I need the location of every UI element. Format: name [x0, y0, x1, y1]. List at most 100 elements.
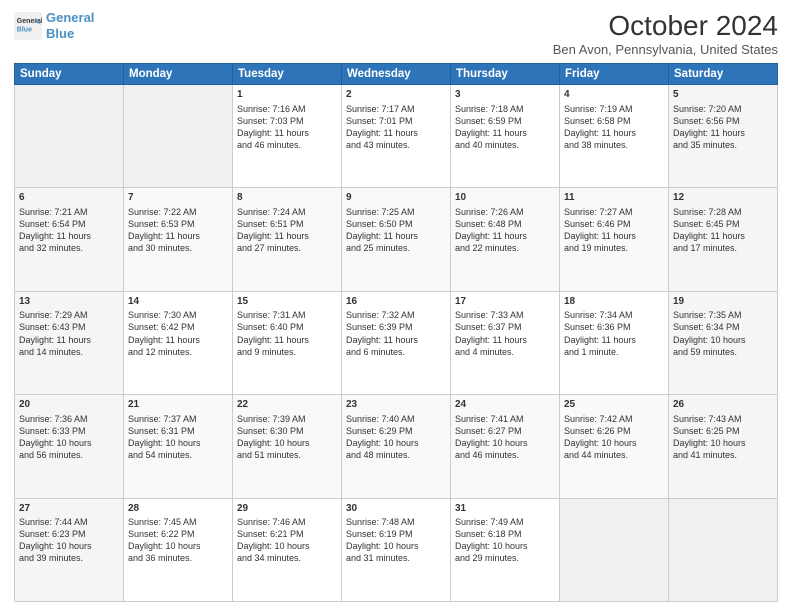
col-header-saturday: Saturday [669, 64, 778, 85]
cell-week4-day1: 20Sunrise: 7:36 AMSunset: 6:33 PMDayligh… [15, 395, 124, 498]
day-info-line: Sunrise: 7:17 AM [346, 103, 446, 115]
day-info-line: Sunrise: 7:16 AM [237, 103, 337, 115]
day-info-line: Sunset: 6:46 PM [564, 218, 664, 230]
day-info-line: and 9 minutes. [237, 346, 337, 358]
day-info-line: and 17 minutes. [673, 242, 773, 254]
col-header-friday: Friday [560, 64, 669, 85]
day-info-line: Daylight: 11 hours [564, 127, 664, 139]
col-header-wednesday: Wednesday [342, 64, 451, 85]
day-info-line: and 44 minutes. [564, 449, 664, 461]
day-info-line: Sunset: 6:18 PM [455, 528, 555, 540]
col-header-thursday: Thursday [451, 64, 560, 85]
day-number: 11 [564, 191, 664, 205]
cell-week5-day6 [560, 498, 669, 601]
day-info-line: Sunrise: 7:22 AM [128, 206, 228, 218]
day-info-line: Sunset: 6:33 PM [19, 425, 119, 437]
day-info-line: Sunrise: 7:36 AM [19, 413, 119, 425]
day-info-line: Sunset: 7:03 PM [237, 115, 337, 127]
day-info-line: Sunset: 6:37 PM [455, 321, 555, 333]
calendar-table: SundayMondayTuesdayWednesdayThursdayFrid… [14, 63, 778, 602]
day-info-line: and 46 minutes. [455, 449, 555, 461]
cell-week4-day6: 25Sunrise: 7:42 AMSunset: 6:26 PMDayligh… [560, 395, 669, 498]
logo-line2: Blue [46, 26, 74, 41]
day-info-line: and 31 minutes. [346, 552, 446, 564]
day-info-line: Daylight: 10 hours [237, 540, 337, 552]
cell-week2-day5: 10Sunrise: 7:26 AMSunset: 6:48 PMDayligh… [451, 188, 560, 291]
day-info-line: Daylight: 11 hours [346, 230, 446, 242]
header: General Blue General Blue October 2024 B… [14, 10, 778, 57]
day-number: 8 [237, 191, 337, 205]
day-info-line: Daylight: 10 hours [128, 540, 228, 552]
day-info-line: Daylight: 11 hours [346, 334, 446, 346]
day-number: 17 [455, 295, 555, 309]
day-info-line: Sunset: 6:58 PM [564, 115, 664, 127]
day-number: 18 [564, 295, 664, 309]
day-info-line: Sunrise: 7:19 AM [564, 103, 664, 115]
day-number: 26 [673, 398, 773, 412]
cell-week2-day7: 12Sunrise: 7:28 AMSunset: 6:45 PMDayligh… [669, 188, 778, 291]
header-row: SundayMondayTuesdayWednesdayThursdayFrid… [15, 64, 778, 85]
day-info-line: Daylight: 11 hours [673, 127, 773, 139]
day-info-line: and 46 minutes. [237, 139, 337, 151]
day-info-line: Daylight: 10 hours [673, 437, 773, 449]
day-info-line: Sunrise: 7:30 AM [128, 309, 228, 321]
day-number: 16 [346, 295, 446, 309]
day-info-line: and 29 minutes. [455, 552, 555, 564]
day-number: 31 [455, 502, 555, 516]
day-info-line: Sunset: 6:23 PM [19, 528, 119, 540]
day-info-line: Daylight: 10 hours [673, 334, 773, 346]
day-info-line: Daylight: 11 hours [128, 230, 228, 242]
cell-week3-day5: 17Sunrise: 7:33 AMSunset: 6:37 PMDayligh… [451, 291, 560, 394]
day-number: 14 [128, 295, 228, 309]
day-info-line: Daylight: 11 hours [19, 334, 119, 346]
logo-text: General Blue [46, 10, 94, 41]
day-info-line: Sunrise: 7:21 AM [19, 206, 119, 218]
day-info-line: Sunrise: 7:25 AM [346, 206, 446, 218]
week-row-3: 13Sunrise: 7:29 AMSunset: 6:43 PMDayligh… [15, 291, 778, 394]
day-number: 4 [564, 88, 664, 102]
day-number: 2 [346, 88, 446, 102]
cell-week1-day2 [124, 85, 233, 188]
day-info-line: Sunset: 6:34 PM [673, 321, 773, 333]
day-info-line: Daylight: 10 hours [128, 437, 228, 449]
cell-week3-day3: 15Sunrise: 7:31 AMSunset: 6:40 PMDayligh… [233, 291, 342, 394]
day-info-line: and 30 minutes. [128, 242, 228, 254]
day-info-line: and 38 minutes. [564, 139, 664, 151]
day-info-line: and 51 minutes. [237, 449, 337, 461]
cell-week4-day2: 21Sunrise: 7:37 AMSunset: 6:31 PMDayligh… [124, 395, 233, 498]
week-row-4: 20Sunrise: 7:36 AMSunset: 6:33 PMDayligh… [15, 395, 778, 498]
day-info-line: and 27 minutes. [237, 242, 337, 254]
day-info-line: Sunrise: 7:32 AM [346, 309, 446, 321]
svg-text:Blue: Blue [17, 26, 32, 33]
day-info-line: Sunset: 6:26 PM [564, 425, 664, 437]
day-info-line: and 34 minutes. [237, 552, 337, 564]
day-info-line: Sunrise: 7:34 AM [564, 309, 664, 321]
day-number: 30 [346, 502, 446, 516]
cell-week3-day1: 13Sunrise: 7:29 AMSunset: 6:43 PMDayligh… [15, 291, 124, 394]
day-number: 12 [673, 191, 773, 205]
day-info-line: Sunset: 6:59 PM [455, 115, 555, 127]
cell-week5-day1: 27Sunrise: 7:44 AMSunset: 6:23 PMDayligh… [15, 498, 124, 601]
day-number: 9 [346, 191, 446, 205]
cell-week1-day5: 3Sunrise: 7:18 AMSunset: 6:59 PMDaylight… [451, 85, 560, 188]
day-number: 28 [128, 502, 228, 516]
day-number: 23 [346, 398, 446, 412]
day-info-line: and 22 minutes. [455, 242, 555, 254]
day-info-line: Sunrise: 7:26 AM [455, 206, 555, 218]
day-info-line: Sunrise: 7:41 AM [455, 413, 555, 425]
cell-week3-day6: 18Sunrise: 7:34 AMSunset: 6:36 PMDayligh… [560, 291, 669, 394]
day-info-line: Daylight: 10 hours [19, 540, 119, 552]
day-info-line: and 36 minutes. [128, 552, 228, 564]
day-info-line: and 19 minutes. [564, 242, 664, 254]
col-header-tuesday: Tuesday [233, 64, 342, 85]
day-number: 3 [455, 88, 555, 102]
day-info-line: Sunset: 6:30 PM [237, 425, 337, 437]
day-info-line: Sunset: 7:01 PM [346, 115, 446, 127]
day-info-line: and 4 minutes. [455, 346, 555, 358]
cell-week2-day2: 7Sunrise: 7:22 AMSunset: 6:53 PMDaylight… [124, 188, 233, 291]
day-info-line: and 54 minutes. [128, 449, 228, 461]
location: Ben Avon, Pennsylvania, United States [553, 42, 778, 57]
cell-week3-day4: 16Sunrise: 7:32 AMSunset: 6:39 PMDayligh… [342, 291, 451, 394]
day-number: 13 [19, 295, 119, 309]
day-info-line: Sunset: 6:53 PM [128, 218, 228, 230]
